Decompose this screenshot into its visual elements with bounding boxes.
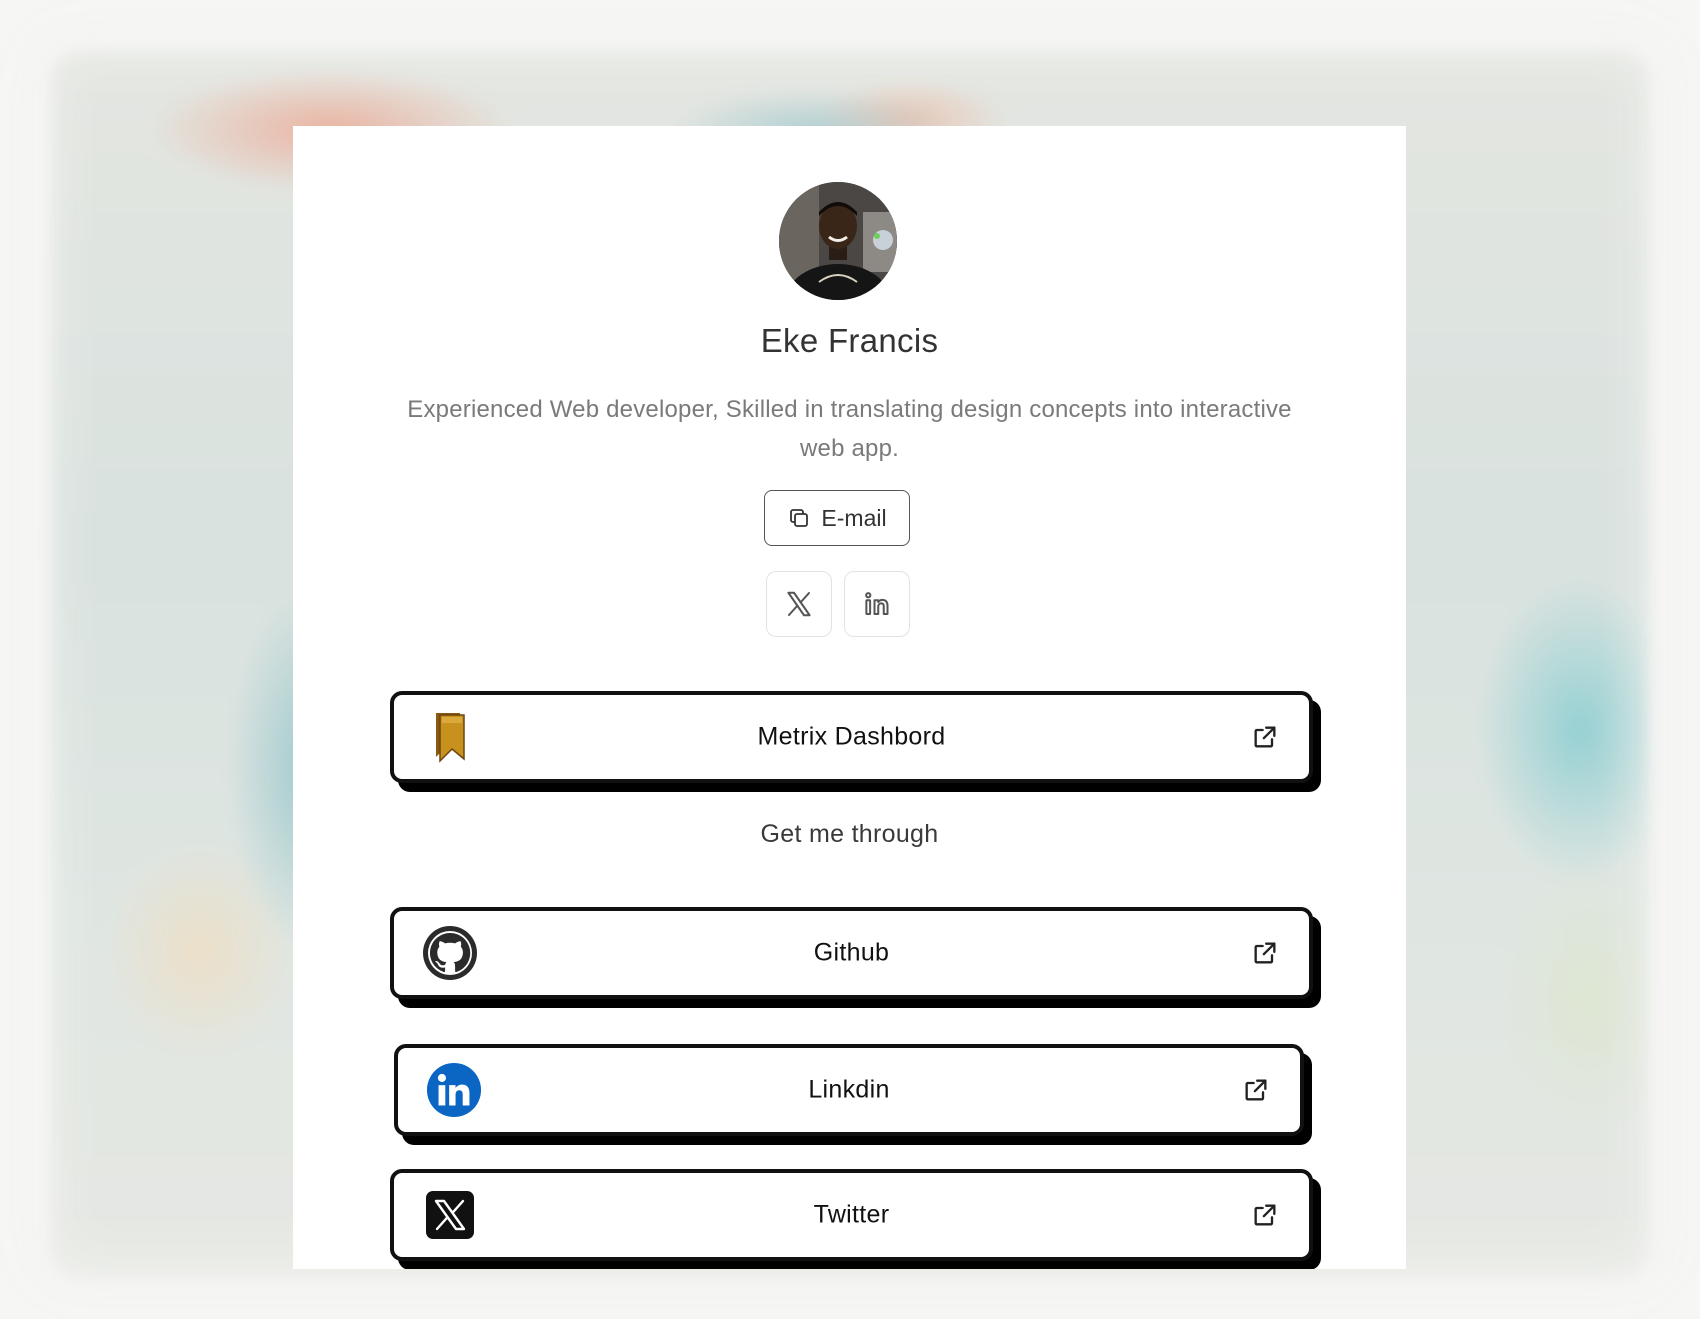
featured-link-label: Metrix Dashbord (757, 722, 946, 751)
avatar-photo (779, 182, 897, 300)
link-label: Linkdin (808, 1075, 890, 1104)
external-link-icon (1245, 1079, 1267, 1101)
link-twitter[interactable]: Twitter (390, 1169, 1313, 1261)
external-link-icon (1254, 942, 1276, 964)
avatar (779, 182, 897, 300)
section-title: Get me through (760, 820, 939, 848)
email-copy-button[interactable]: E-mail (764, 490, 910, 546)
email-button-label: E-mail (821, 504, 887, 531)
linkedin-social-button[interactable] (844, 571, 910, 637)
link-label: Twitter (813, 1200, 890, 1229)
link-label: Github (813, 938, 890, 967)
external-link-icon (1254, 726, 1276, 748)
link-github[interactable]: Github (390, 907, 1313, 999)
link-linkedin[interactable]: Linkdin (394, 1044, 1304, 1136)
x-icon (787, 591, 811, 617)
copy-icon (790, 509, 809, 527)
linkedin-icon (865, 592, 889, 615)
profile-bio: Experienced Web developer, Skilled in tr… (407, 396, 1292, 462)
profile-card: Eke Francis Experienced Web developer, S… (293, 126, 1406, 1269)
profile-name: Eke Francis (760, 322, 939, 359)
featured-link-metrix-dashboard[interactable]: Metrix Dashbord (390, 691, 1313, 783)
x-social-button[interactable] (766, 571, 832, 637)
external-link-icon (1254, 1204, 1276, 1226)
